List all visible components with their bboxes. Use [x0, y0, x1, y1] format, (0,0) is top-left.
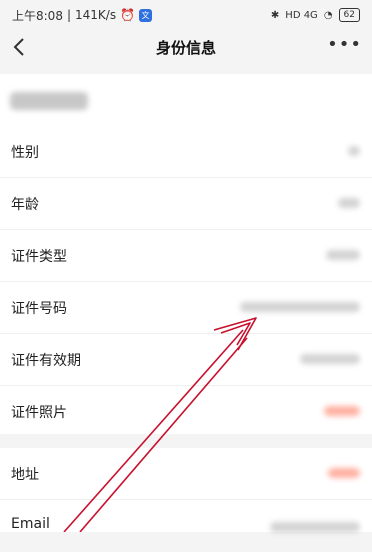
value-blurred — [300, 354, 360, 364]
row-label: 证件号码 — [11, 301, 67, 317]
row-label: 证件有效期 — [11, 353, 81, 369]
row-label: Email — [11, 516, 50, 532]
name-row — [0, 74, 372, 126]
row-address[interactable]: 地址 — [0, 448, 372, 500]
value-blurred — [348, 146, 360, 156]
bluetooth-icon: ✱ — [270, 9, 280, 21]
value-blurred — [338, 198, 360, 208]
name-blurred — [10, 92, 88, 110]
value-blurred — [240, 302, 360, 312]
row-age[interactable]: 年龄 — [0, 178, 372, 230]
status-speed: 141K/s — [75, 8, 117, 22]
battery-icon: 62 — [338, 8, 360, 22]
row-gender[interactable]: 性别 — [0, 126, 372, 178]
value-blurred — [328, 468, 360, 478]
row-id-number[interactable]: 证件号码 — [0, 282, 372, 334]
row-id-type[interactable]: 证件类型 — [0, 230, 372, 282]
row-label: 证件类型 — [11, 249, 67, 265]
row-email[interactable]: Email — [0, 500, 372, 552]
status-time: 上午8:08 — [12, 8, 63, 23]
row-label: 证件照片 — [11, 405, 67, 421]
status-bar: 上午8:08 | 141K/s ⏰ 文 ✱ HD 4G ◔ 62 — [0, 0, 372, 30]
row-label: 性别 — [11, 145, 39, 161]
row-id-validity[interactable]: 证件有效期 — [0, 334, 372, 386]
row-id-photo[interactable]: 证件照片 — [0, 386, 372, 434]
back-icon[interactable] — [8, 34, 32, 60]
value-blurred — [324, 406, 360, 416]
value-blurred — [270, 522, 360, 532]
contact-card: 地址 Email — [0, 448, 372, 532]
wifi-icon: ◔ — [323, 9, 333, 21]
app-notification-icon: 文 — [139, 8, 153, 22]
row-label: 年龄 — [11, 197, 39, 213]
more-icon[interactable]: ••• — [327, 36, 362, 54]
value-blurred — [326, 250, 360, 260]
nav-bar: 身份信息 ••• — [0, 30, 372, 64]
signal-icon: HD 4G — [285, 9, 318, 21]
identity-card: 性别 年龄 证件类型 证件号码 证件有效期 证件照片 — [0, 74, 372, 434]
status-divider: | — [66, 8, 71, 22]
page-title: 身份信息 — [155, 38, 216, 57]
alarm-icon: ⏰ — [120, 8, 136, 22]
row-label: 地址 — [11, 467, 39, 483]
